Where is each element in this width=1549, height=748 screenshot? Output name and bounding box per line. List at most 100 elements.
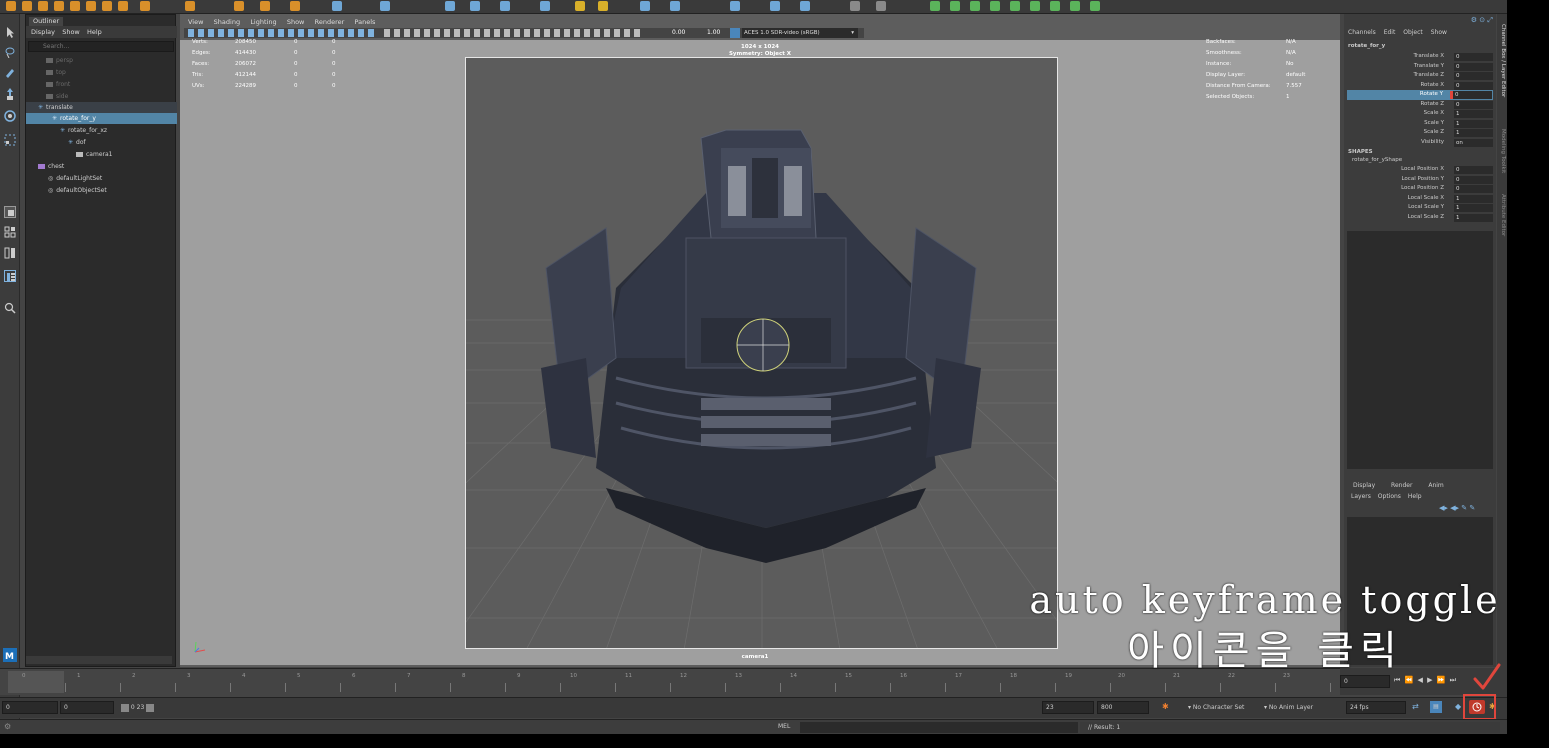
viewport-menu-panels[interactable]: Panels xyxy=(355,18,376,26)
four-view-icon[interactable] xyxy=(4,226,16,238)
channel-translate-z[interactable]: Translate Z0 xyxy=(1348,71,1494,81)
outliner-menu-show[interactable]: Show xyxy=(62,28,80,36)
search-icon[interactable] xyxy=(4,302,16,314)
outliner-item-top[interactable]: top xyxy=(26,67,177,78)
channel-rotate-x[interactable]: Rotate X0 xyxy=(1348,81,1494,91)
viewport-menu-shading[interactable]: Shading xyxy=(214,18,240,26)
shape-local-position-y[interactable]: Local Position Y0 xyxy=(1348,175,1494,185)
viewport-camera-tools-icons[interactable] xyxy=(188,29,378,37)
channel-rotate-z[interactable]: Rotate Z0 xyxy=(1348,100,1494,110)
shape-local-scale-y[interactable]: Local Scale Y1 xyxy=(1348,203,1494,213)
channel-translate-y[interactable]: Translate Y0 xyxy=(1348,62,1494,72)
shelf-icon-12[interactable] xyxy=(260,1,270,11)
layer-tab-anim[interactable]: Anim xyxy=(1428,482,1443,489)
shelf-icon-29[interactable] xyxy=(930,1,940,11)
playback-start-field[interactable]: 0 xyxy=(60,701,114,714)
animation-end-field[interactable]: 800 xyxy=(1097,701,1149,714)
outliner-item-rotate-for-y[interactable]: ✳ rotate_for_y xyxy=(26,113,177,124)
shelf-icon-11[interactable] xyxy=(234,1,244,11)
shelf-icon-8[interactable] xyxy=(118,1,128,11)
channel-menu-channels[interactable]: Channels xyxy=(1348,29,1376,36)
script-editor-icon[interactable]: ⚙ xyxy=(4,722,11,731)
shape-local-position-z[interactable]: Local Position Z0 xyxy=(1348,184,1494,194)
outliner-item-chest[interactable]: chest xyxy=(26,161,177,172)
single-view-icon[interactable] xyxy=(4,206,16,218)
shelf-icon-36[interactable] xyxy=(1070,1,1080,11)
outliner-item-defaultlightset[interactable]: ◎ defaultLightSet xyxy=(26,173,177,184)
channel-box-icons[interactable]: ⚙ ⊙ ⤢ xyxy=(1471,16,1493,25)
shelf-icon-4[interactable] xyxy=(54,1,64,11)
outliner-menu-help[interactable]: Help xyxy=(87,28,102,36)
shelf-icon-26[interactable] xyxy=(800,1,810,11)
shelf-icon-7[interactable] xyxy=(102,1,112,11)
channel-menu-edit[interactable]: Edit xyxy=(1384,29,1396,36)
shelf-icon-25[interactable] xyxy=(770,1,780,11)
select-tool-icon[interactable] xyxy=(4,26,16,38)
outliner-item-camera1[interactable]: camera1 xyxy=(26,149,177,160)
shelf-icon-17[interactable] xyxy=(470,1,480,11)
range-slider-left-handle[interactable] xyxy=(121,703,129,712)
channel-menu-show[interactable]: Show xyxy=(1431,29,1447,36)
layer-menu-help[interactable]: Help xyxy=(1408,493,1422,500)
character-set-icon[interactable]: ✱ xyxy=(1162,702,1169,711)
outliner-item-rotate-for-xz[interactable]: ✳ rotate_for_xz xyxy=(26,125,177,136)
current-frame-field[interactable]: 0 xyxy=(1340,675,1390,688)
shelf-icon-23[interactable] xyxy=(670,1,680,11)
shelf-icon-3[interactable] xyxy=(38,1,48,11)
lasso-tool-icon[interactable] xyxy=(4,46,16,59)
layer-tab-render[interactable]: Render xyxy=(1391,482,1412,489)
animation-start-field[interactable]: 0 xyxy=(2,701,58,714)
move-tool-icon[interactable] xyxy=(4,88,16,100)
sound-icon[interactable]: ▤ xyxy=(1430,701,1442,713)
shelf-icon-34[interactable] xyxy=(1030,1,1040,11)
color-management-icon[interactable] xyxy=(730,28,740,38)
character-set-dropdown[interactable]: ▾ No Character Set xyxy=(1188,704,1244,711)
channel-scale-y[interactable]: Scale Y1 xyxy=(1348,119,1494,129)
layer-editor-icons[interactable]: ◀▸ ◀▸ ✎ ✎ xyxy=(1439,504,1489,514)
shelf-icon-18[interactable] xyxy=(500,1,510,11)
outliner-item-side[interactable]: side xyxy=(26,91,177,102)
shelf-icon-9[interactable] xyxy=(140,1,150,11)
shelf-icon-13[interactable] xyxy=(290,1,300,11)
outliner-menu-display[interactable]: Display xyxy=(31,28,55,36)
paint-select-tool-icon[interactable] xyxy=(4,66,16,78)
outliner-tab[interactable]: Outliner xyxy=(29,17,63,26)
shelf-icon-37[interactable] xyxy=(1090,1,1100,11)
rotate-tool-icon[interactable] xyxy=(4,110,16,122)
command-input[interactable] xyxy=(800,722,1078,733)
shelf-icon-19[interactable] xyxy=(540,1,550,11)
shelf-icon-21[interactable] xyxy=(598,1,608,11)
current-time-marker[interactable] xyxy=(8,671,64,693)
range-slider[interactable]: 0 23 xyxy=(121,703,167,713)
command-language-label[interactable]: MEL xyxy=(778,723,790,730)
playback-buttons[interactable]: ⏮ ⏪ ◀ ▶ ⏩ ⏭ xyxy=(1394,676,1457,685)
shape-local-scale-z[interactable]: Local Scale Z1 xyxy=(1348,213,1494,223)
channel-rotate-y[interactable]: Rotate Y0 xyxy=(1347,90,1493,100)
shelf-icon-10[interactable] xyxy=(185,1,195,11)
side-tab-modeling-toolkit[interactable]: Modeling Toolkit xyxy=(1498,129,1506,189)
loop-icon[interactable]: ⇄ xyxy=(1412,702,1419,711)
gamma-field[interactable]: 1.00 xyxy=(707,29,720,36)
shelf-icon-22[interactable] xyxy=(640,1,650,11)
key-icon[interactable]: ◆ xyxy=(1455,702,1461,711)
viewport-display-tools-icons[interactable] xyxy=(384,29,644,37)
outliner-item-defaultobjectset[interactable]: ◎ defaultObjectSet xyxy=(26,185,177,196)
playback-end-field[interactable]: 23 xyxy=(1042,701,1094,714)
channel-scale-x[interactable]: Scale X1 xyxy=(1348,109,1494,119)
shelf-icon-15[interactable] xyxy=(380,1,390,11)
shelf-icon-27[interactable] xyxy=(850,1,860,11)
layer-menu-layers[interactable]: Layers xyxy=(1351,493,1371,500)
viewport-menu-renderer[interactable]: Renderer xyxy=(315,18,345,26)
shelf-icon-31[interactable] xyxy=(970,1,980,11)
channel-translate-x[interactable]: Translate X0 xyxy=(1348,52,1494,62)
shelf-icon-2[interactable] xyxy=(22,1,32,11)
shelf-icon-1[interactable] xyxy=(6,1,16,11)
two-view-icon[interactable] xyxy=(4,247,16,259)
outliner-horizontal-scrollbar[interactable] xyxy=(26,656,172,664)
outliner-layout-icon[interactable] xyxy=(4,270,16,282)
color-space-dropdown[interactable]: ACES 1.0 SDR-video (sRGB) ▾ xyxy=(742,28,858,38)
layer-tab-display[interactable]: Display xyxy=(1353,482,1375,489)
anim-layer-dropdown[interactable]: ▾ No Anim Layer xyxy=(1264,704,1313,711)
shelf-icon-32[interactable] xyxy=(990,1,1000,11)
outliner-item-dof[interactable]: ✳ dof xyxy=(26,137,177,148)
